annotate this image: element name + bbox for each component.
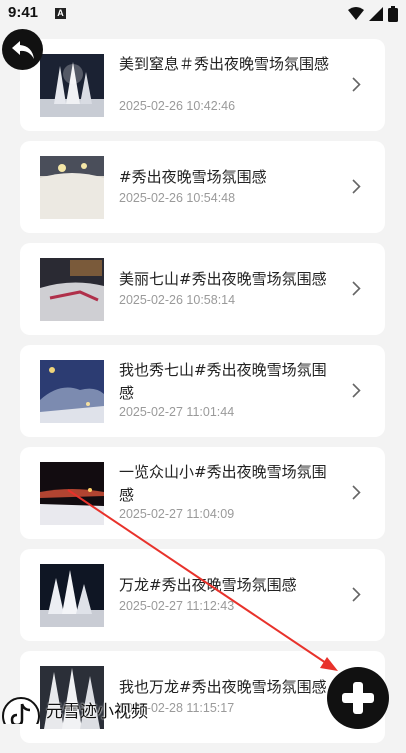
thumbnail-image [40, 462, 104, 525]
list-item[interactable]: 我也秀七山#秀出夜晚雪场氛围感 2025-02-27 11:01:44 [20, 345, 385, 437]
item-date: 2025-02-27 11:04:09 [119, 507, 235, 521]
add-button[interactable] [327, 667, 389, 729]
tiktok-logo-icon [2, 697, 40, 724]
chevron-right-icon [352, 587, 361, 602]
chevron-right-icon [352, 179, 361, 194]
thumbnail-image [40, 258, 104, 321]
signal-icon [369, 7, 383, 21]
thumbnail-image [40, 360, 104, 423]
wifi-icon [348, 7, 364, 20]
status-bar: 9:41 A [0, 0, 406, 28]
item-title: 我也秀七山#秀出夜晚雪场氛围感 [119, 361, 327, 402]
item-date: 2025-02-26 10:54:48 [119, 191, 236, 205]
item-date: 2025-02-27 11:01:44 [119, 405, 235, 419]
chevron-right-icon [352, 485, 361, 500]
item-title: 一览众山小#秀出夜晚雪场氛围感 [119, 463, 327, 504]
thumbnail-image [40, 156, 104, 219]
item-date: 2025-02-26 10:58:14 [119, 293, 236, 307]
back-arrow-icon [11, 40, 34, 59]
item-title: #秀出夜晚雪场氛围感 [119, 168, 267, 186]
notification-icon: A [55, 8, 66, 19]
chevron-right-icon [352, 281, 361, 296]
chevron-right-icon [352, 383, 361, 398]
watermark: 元雪迹小视频 [0, 694, 148, 724]
plus-icon [342, 682, 374, 714]
chevron-right-icon [352, 77, 361, 92]
list-item[interactable]: 一览众山小#秀出夜晚雪场氛围感 2025-02-27 11:04:09 [20, 447, 385, 539]
item-title: 我也万龙#秀出夜晚雪场氛围感 [119, 678, 327, 696]
list-item[interactable]: #秀出夜晚雪场氛围感 2025-02-26 10:54:48 [20, 141, 385, 233]
video-list: 美到窒息＃秀出夜晚雪场氛围感 2025-02-26 10:42:46 #秀出夜晚… [20, 39, 385, 753]
item-title: 美到窒息＃秀出夜晚雪场氛围感 [119, 55, 330, 73]
item-title: 美丽七山#秀出夜晚雪场氛围感 [119, 270, 327, 288]
thumbnail-image [40, 564, 104, 627]
item-title: 万龙#秀出夜晚雪场氛围感 [119, 576, 297, 594]
list-item[interactable]: 万龙#秀出夜晚雪场氛围感 2025-02-27 11:12:43 [20, 549, 385, 641]
item-date: 2025-02-26 10:42:46 [119, 99, 236, 113]
list-item[interactable]: 美到窒息＃秀出夜晚雪场氛围感 2025-02-26 10:42:46 [20, 39, 385, 131]
thumbnail-image [40, 54, 104, 117]
battery-icon [388, 6, 398, 22]
status-time: 9:41 [8, 4, 39, 21]
item-date: 2025-02-27 11:12:43 [119, 599, 235, 613]
back-button[interactable] [2, 29, 43, 70]
watermark-text: 元雪迹小视频 [46, 701, 148, 722]
list-item[interactable]: 美丽七山#秀出夜晚雪场氛围感 2025-02-26 10:58:14 [20, 243, 385, 335]
status-icons [348, 6, 398, 22]
